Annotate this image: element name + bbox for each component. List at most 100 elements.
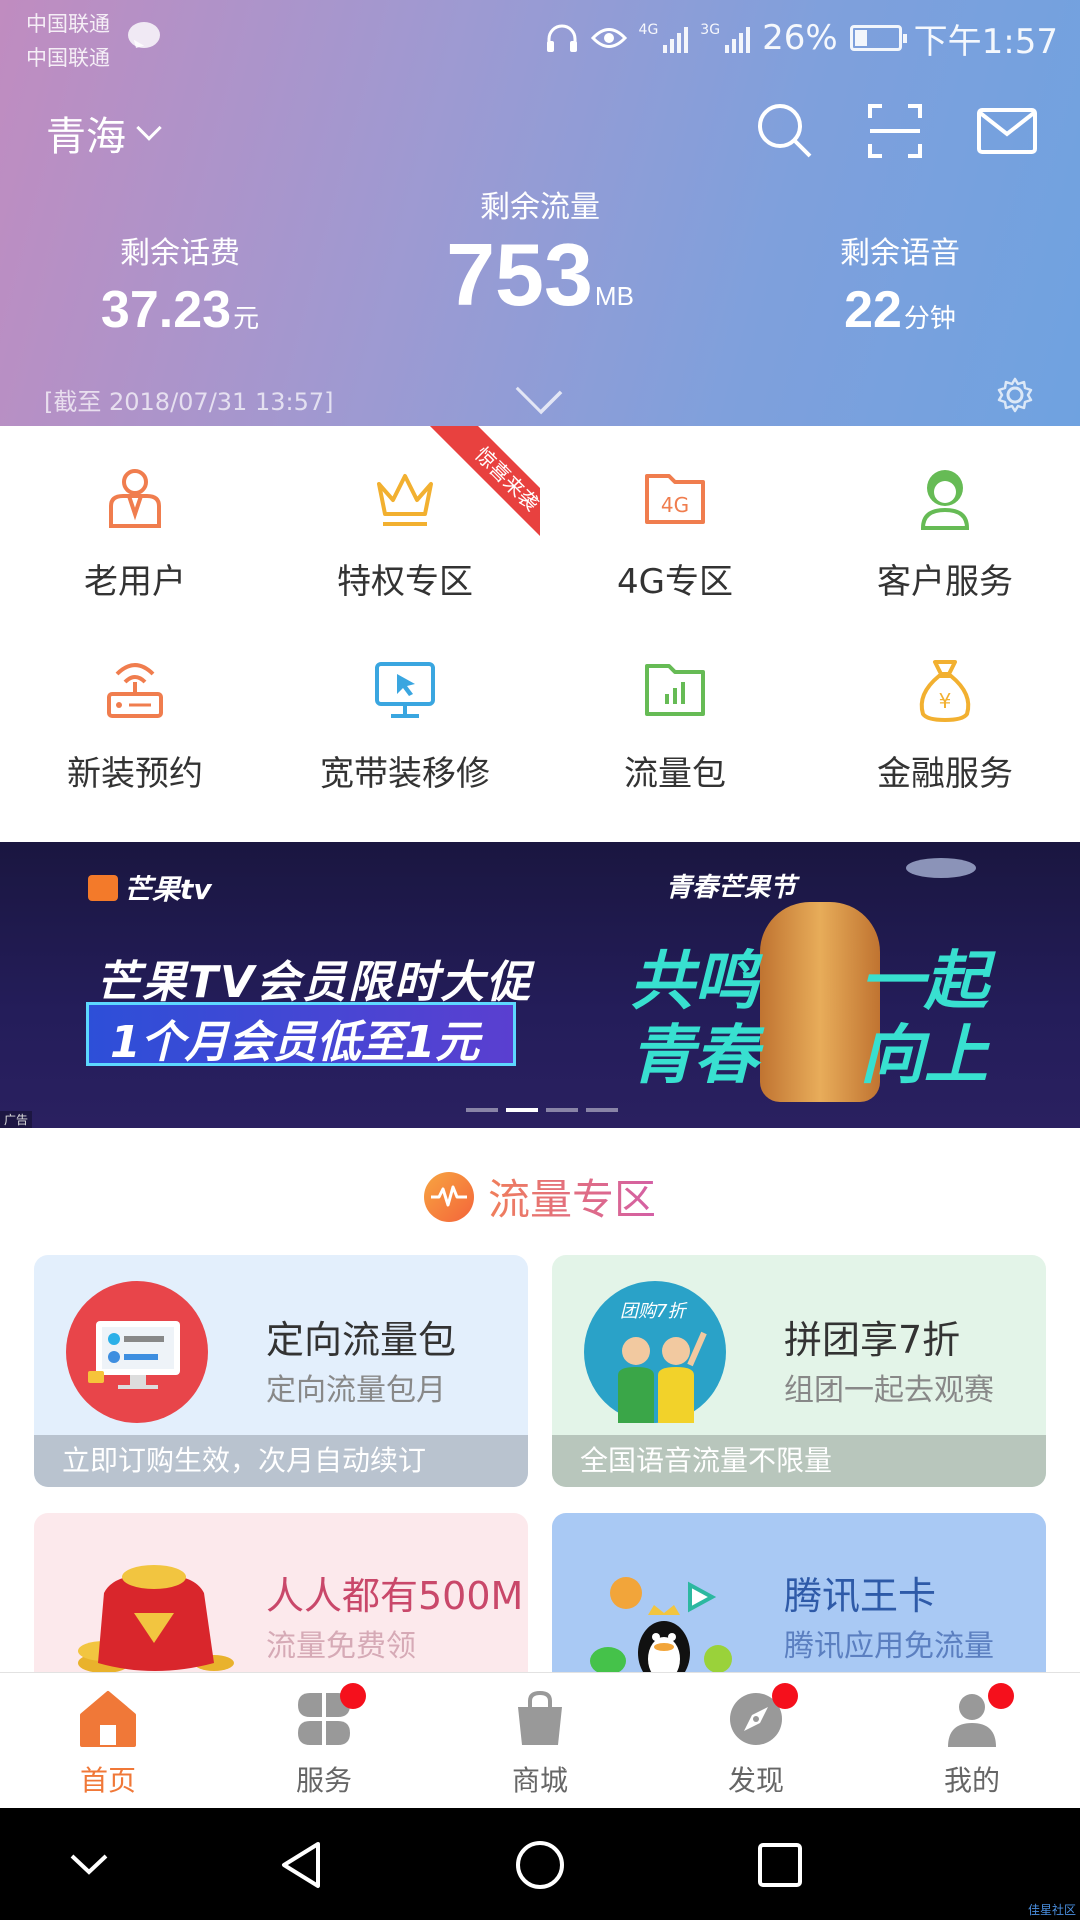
tab-mine[interactable]: 我的 [864,1673,1080,1808]
router-icon [107,663,163,718]
search-icon[interactable] [754,100,816,162]
promo-banner[interactable]: 芒果tv 芒果TV会员限时大促 1个月会员低至1元 青春芒果节 共鸣 青春 一起… [0,842,1080,1128]
card-targeted-data[interactable]: 定向流量包 定向流量包月 立即订购生效，次月自动续订 [34,1255,528,1487]
banner-offer: 1个月会员低至1元 [110,1017,480,1068]
tab-services[interactable]: 服务 [216,1673,432,1808]
mail-icon[interactable] [974,100,1040,162]
tab-discover[interactable]: 发现 [648,1673,864,1808]
surprise-ribbon: 惊喜来袭 [420,426,540,546]
remaining-data[interactable]: 剩余流量 753MB [430,182,650,341]
card-group-buy[interactable]: 团购7折 拼团享7折 组团一起去观赛 全国语音流量不限量 [552,1255,1046,1487]
ad-tag: 广告 [0,1111,33,1128]
card-title: 腾讯王卡 [784,1574,937,1618]
service-grid: 老用户 特权专区 惊喜来袭 4G 4G专区 客户服务 新装预约 宽带装移修 流量… [0,426,1080,1112]
service-broadband[interactable]: 宽带装移修 [270,618,540,808]
carousel-indicator [466,1108,618,1112]
tab-label: 发现 [727,1764,784,1797]
card-title: 人人都有500M [266,1574,524,1618]
service-label: 流量包 [624,754,726,794]
banner-brand: 芒果tv [124,873,212,906]
network-type-2: 3G [700,22,721,38]
bottom-tab-bar: 首页 服务 商城 发现 我的 [0,1672,1080,1808]
shopping-bag-icon [518,1690,562,1745]
status-indicators: 4G 3G 26% 下午1:57 [545,14,1058,62]
tab-label: 我的 [943,1764,1000,1797]
remaining-voice-label: 剩余语音 [840,236,960,271]
card-subtitle: 定向流量包月 [266,1373,446,1408]
svg-text:¥: ¥ [939,689,952,713]
data-folder-icon [645,664,705,716]
tab-label: 商城 [511,1764,568,1797]
card-footer: 全国语音流量不限量 [552,1435,1046,1487]
scan-icon[interactable] [864,100,926,162]
expand-chevron-icon[interactable] [515,367,563,415]
tab-mall[interactable]: 商城 [432,1673,648,1808]
as-of-timestamp: [截至 2018/07/31 13:57] [44,388,334,416]
remaining-data-label: 剩余流量 [480,190,600,225]
service-4g[interactable]: 4G 4G专区 [540,426,810,616]
service-label: 客户服务 [877,562,1013,602]
banner-ufo-illustration [906,858,976,878]
status-bar: 中国联通 中国联通 4G 3G 26% 下午1:57 [0,0,1080,76]
back-icon[interactable] [274,1838,328,1892]
tv-thumbnail [66,1281,208,1423]
signal-3g-icon: 3G [700,22,751,53]
card-footer: 立即订购生效，次月自动续订 [34,1435,528,1487]
remaining-fee[interactable]: 剩余话费 37.23元 [80,228,280,340]
fee-amount: 37.23 [100,281,232,339]
service-old-user[interactable]: 老用户 [0,426,270,616]
carrier-2: 中国联通 [26,46,110,70]
home-icon [80,1691,136,1747]
service-new-install[interactable]: 新装预约 [0,618,270,808]
service-data-pack[interactable]: 流量包 [540,618,810,808]
clock: 下午1:57 [913,21,1058,62]
home-circle-icon[interactable] [513,1838,567,1892]
customer-service-icon [920,470,970,530]
region-name: 青海 [46,114,126,160]
carousel-dot [586,1108,618,1112]
tencent-apps-icon [590,1577,732,1685]
notification-badge [340,1683,366,1709]
chevron-down-icon [136,115,162,141]
header-actions [754,100,1040,162]
remaining-fee-value: 37.23元 [80,280,280,340]
tab-home[interactable]: 首页 [0,1673,216,1808]
fans-thumbnail: 团购7折 [584,1281,726,1423]
headphones-icon [546,24,577,52]
data-amount: 753 [446,225,593,324]
service-customer[interactable]: 客户服务 [810,426,1080,616]
pulse-icon [423,1171,474,1222]
hide-nav-chevron-icon[interactable] [62,1838,116,1892]
remaining-data-value: 753MB [430,230,650,341]
mango-tv-logo: 芒果tv [88,868,212,908]
carrier-1: 中国联通 [26,12,110,36]
region-selector[interactable]: 青海 [46,104,162,162]
tab-label: 首页 [79,1764,136,1797]
banner-headline: 芒果TV会员限时大促 [96,957,533,1008]
system-navigation-bar: 佳星社区 [0,1808,1080,1920]
svg-text:4G: 4G [661,493,689,517]
service-label: 老用户 [84,562,186,602]
battery-percent: 26% [762,18,838,58]
tab-label: 服务 [295,1764,352,1797]
remaining-voice-value: 22分钟 [810,280,990,340]
carousel-dot-active [506,1108,538,1112]
message-notification-icon [128,22,160,48]
gear-icon[interactable] [996,376,1034,414]
service-label: 4G专区 [617,562,733,602]
money-bag-icon: ¥ [919,660,971,722]
notification-badge [772,1683,798,1709]
service-finance[interactable]: ¥ 金融服务 [810,618,1080,808]
notification-badge [988,1683,1014,1709]
data-zone-header: 流量专区 [0,1166,1080,1227]
monitor-icon [375,662,435,718]
eye-comfort-icon [590,28,627,48]
remaining-voice[interactable]: 剩余语音 22分钟 [810,228,990,340]
service-label: 新装预约 [67,754,203,794]
service-label: 金融服务 [877,754,1013,794]
signal-4g-icon: 4G [639,23,689,53]
banner-festival: 青春芒果节 [666,873,797,903]
recents-square-icon[interactable] [753,1838,807,1892]
carousel-dot [466,1108,498,1112]
red-envelope-icon [78,1565,234,1673]
